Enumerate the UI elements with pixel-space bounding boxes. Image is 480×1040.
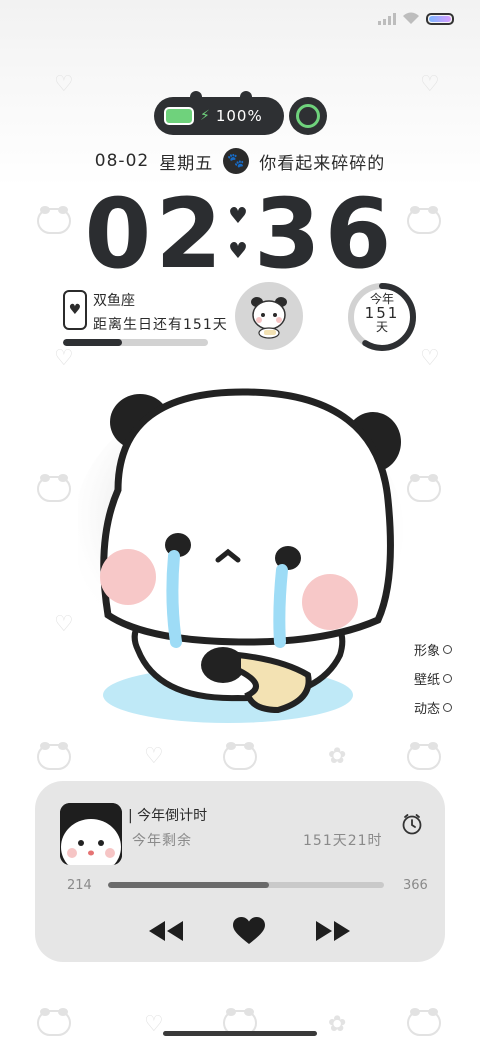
battery-widget[interactable]: ⚡ 100% bbox=[154, 91, 284, 135]
countdown-title-text: 今年倒计时 bbox=[137, 808, 208, 824]
clock-minutes: 36 bbox=[253, 178, 396, 290]
zodiac-name: 双鱼座 bbox=[93, 293, 135, 309]
panda-avatar-icon bbox=[251, 297, 287, 339]
panda-pattern-icon bbox=[37, 1008, 71, 1036]
status-ring-widget[interactable] bbox=[289, 97, 327, 135]
panda-cover-icon bbox=[60, 803, 122, 865]
signal-icon bbox=[378, 12, 396, 25]
progress-bar[interactable] bbox=[108, 882, 384, 888]
option-avatar[interactable]: 形象 bbox=[414, 640, 452, 659]
bolt-icon: ⚡ bbox=[200, 108, 210, 124]
option-avatar-label: 形象 bbox=[413, 644, 440, 659]
heart-pattern-icon: ♡ bbox=[54, 346, 74, 371]
progress-total: 366 bbox=[403, 878, 428, 893]
option-animation[interactable]: 动态 bbox=[414, 698, 452, 717]
heart-pattern-icon: ♡ bbox=[420, 72, 440, 97]
year-days: 151 bbox=[364, 304, 400, 322]
option-wallpaper[interactable]: 壁纸 bbox=[414, 669, 452, 688]
cover-art[interactable] bbox=[60, 803, 122, 865]
option-animation-label: 动态 bbox=[413, 702, 440, 717]
panda-pattern-icon bbox=[407, 1008, 441, 1036]
panda-pattern-icon bbox=[407, 742, 441, 770]
heart-pattern-icon: ♡ bbox=[54, 72, 74, 97]
timer-icon[interactable] bbox=[401, 813, 423, 835]
paw-icon: 🐾 bbox=[223, 148, 250, 174]
panda-pattern-icon bbox=[37, 474, 71, 502]
year-ring-label: 今年 151 天 bbox=[347, 292, 417, 334]
birthday-countdown: 距离生日还有151天 bbox=[93, 317, 228, 333]
heart-pattern-icon: ♡ bbox=[144, 1012, 164, 1037]
heart-pattern-icon: ♡ bbox=[54, 612, 74, 637]
date-text: 08-02 bbox=[94, 151, 150, 171]
radio-icon bbox=[443, 703, 452, 712]
rewind-button[interactable] bbox=[148, 916, 184, 946]
flower-pattern-icon: ✿ bbox=[328, 1012, 347, 1037]
status-bar bbox=[378, 12, 454, 25]
clock-separator-hearts-icon: ♥ ♥ bbox=[228, 204, 252, 264]
countdown-title: | 今年倒计时 bbox=[128, 808, 208, 824]
countdown-subtitle: 今年剩余 bbox=[132, 833, 192, 849]
panda-pattern-icon bbox=[37, 742, 71, 770]
radio-icon bbox=[443, 674, 452, 683]
battery-icon bbox=[426, 12, 454, 25]
mood-text: 你看起来碎碎的 bbox=[259, 153, 386, 174]
phone-heart-icon: ♥ bbox=[63, 290, 87, 330]
weekday-text: 星期五 bbox=[159, 153, 214, 174]
heart-pattern-icon: ♡ bbox=[144, 744, 164, 769]
wifi-icon bbox=[403, 12, 419, 24]
battery-percentage: 100% bbox=[215, 107, 263, 125]
fast-forward-icon bbox=[316, 921, 350, 941]
flower-pattern-icon: ✿ bbox=[328, 744, 347, 769]
clock[interactable]: 02 ♥ ♥ 36 bbox=[0, 178, 480, 290]
heart-icon bbox=[233, 917, 265, 944]
like-button[interactable] bbox=[231, 916, 267, 946]
home-indicator[interactable] bbox=[163, 1031, 317, 1036]
panda-pattern-icon bbox=[407, 474, 441, 502]
date-line: 08-02 星期五 🐾 你看起来碎碎的 bbox=[0, 148, 480, 174]
crying-panda-illustration bbox=[78, 388, 403, 723]
countdown-remaining: 151天21时 bbox=[303, 833, 383, 849]
year-unit: 天 bbox=[375, 320, 388, 334]
birthday-progress-bar bbox=[63, 339, 208, 346]
radio-icon bbox=[443, 645, 452, 654]
panda-pattern-icon bbox=[223, 742, 257, 770]
clock-hours: 02 bbox=[84, 178, 227, 290]
fast-forward-button[interactable] bbox=[315, 916, 351, 946]
rewind-icon bbox=[149, 921, 183, 941]
heart-pattern-icon: ♡ bbox=[420, 346, 440, 371]
battery-level-icon bbox=[164, 107, 194, 125]
progress-elapsed: 214 bbox=[67, 878, 92, 893]
avatar[interactable] bbox=[235, 282, 303, 350]
option-wallpaper-label: 壁纸 bbox=[413, 673, 440, 688]
